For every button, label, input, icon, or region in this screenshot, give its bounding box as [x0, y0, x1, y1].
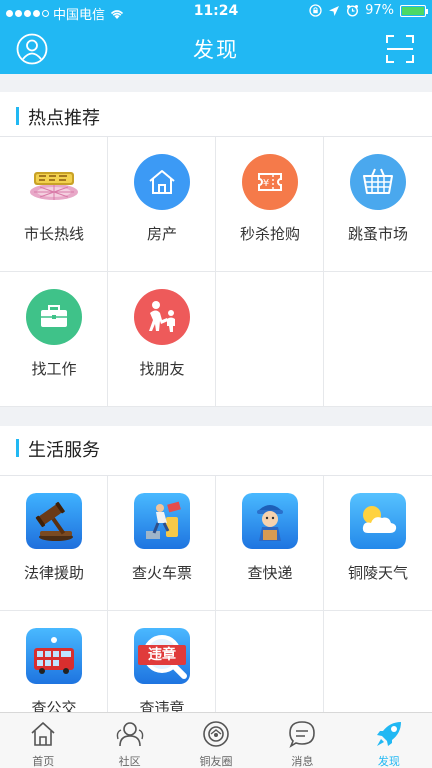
battery-icon [400, 4, 428, 17]
svg-text:¥: ¥ [263, 178, 269, 189]
grid-item-courier[interactable]: 查快递 [216, 476, 324, 611]
shopping-basket-icon [350, 154, 406, 210]
alarm-icon [347, 5, 359, 17]
message-icon [289, 721, 316, 748]
violation-badge: 违章 [138, 645, 186, 665]
briefcase-icon [26, 289, 82, 345]
tab-label: 发现 [377, 755, 400, 768]
grid-item-find-job[interactable]: 找工作 [0, 272, 108, 407]
violation-icon: 违章 [134, 628, 190, 684]
tab-community[interactable]: 社区 [86, 713, 172, 768]
battery-percent: 97% [365, 3, 394, 18]
grid-item-label: 跳蚤市场 [347, 225, 408, 243]
hot-section-header: 热点推荐 [0, 92, 432, 137]
hot-section-title: 热点推荐 [28, 108, 100, 129]
rotation-lock-icon [309, 4, 322, 17]
grid-item-label: 铜陵天气 [347, 564, 408, 582]
section-accent-bar [16, 439, 19, 457]
train-ticket-icon [134, 493, 190, 549]
friends-icon [134, 289, 190, 345]
grid-item-label: 秒杀抢购 [239, 225, 300, 243]
scan-icon[interactable] [386, 35, 414, 63]
life-section-title: 生活服务 [28, 440, 100, 461]
home-icon [31, 722, 55, 746]
tab-messages[interactable]: 消息 [259, 713, 345, 768]
tab-label: 首页 [32, 755, 55, 768]
courier-icon [242, 493, 298, 549]
header: 中国电信 11:24 97% 发现 [0, 0, 432, 74]
tab-label: 社区 [118, 755, 141, 768]
grid-item-label: 市长热线 [23, 225, 84, 243]
page-title: 发现 [193, 38, 239, 62]
tab-home[interactable]: 首页 [0, 713, 86, 768]
grid-item-label: 查火车票 [131, 564, 192, 582]
status-right: 97% [309, 3, 428, 18]
life-section: 生活服务 法律援助 查火车票 查快递 铜陵天气 查公交 违章 查违章 [0, 426, 432, 746]
house-icon [134, 154, 190, 210]
tab-label: 铜友圈 [199, 755, 233, 768]
grid-item-weather[interactable]: 铜陵天气 [324, 476, 432, 611]
grid-item-mayor-hotline[interactable]: 市长热线 [0, 137, 108, 272]
grid-item-flash-sale[interactable]: ¥ 秒杀抢购 [216, 137, 324, 272]
grid-item-label: 房产 [146, 225, 177, 243]
grid-item-label: 查快递 [247, 564, 293, 582]
hot-grid: 市长热线 房产 ¥ 秒杀抢购 跳蚤市场 找工作 找朋友 [0, 137, 432, 407]
grid-item-train-ticket[interactable]: 查火车票 [108, 476, 216, 611]
grid-item-legal-aid[interactable]: 法律援助 [0, 476, 108, 611]
hot-section: 热点推荐 市长热线 房产 ¥ 秒杀抢购 跳蚤市场 找工作 找朋友 [0, 92, 432, 407]
grid-item-label: 找工作 [31, 360, 77, 378]
grid-empty-cell [216, 272, 324, 407]
bus-icon [26, 628, 82, 684]
grid-empty-cell [324, 272, 432, 407]
tab-bar: 首页 社区 铜友圈 消息 发现 [0, 712, 432, 768]
grid-item-real-estate[interactable]: 房产 [108, 137, 216, 272]
grid-item-label: 法律援助 [23, 564, 84, 582]
life-section-header: 生活服务 [0, 426, 432, 476]
grid-item-find-friends[interactable]: 找朋友 [108, 272, 216, 407]
community-icon [116, 722, 143, 747]
grid-item-label: 找朋友 [139, 360, 185, 378]
rocket-icon [376, 722, 401, 746]
tab-discover[interactable]: 发现 [346, 713, 432, 768]
tab-moments[interactable]: 铜友圈 [173, 713, 259, 768]
location-icon [329, 5, 340, 16]
life-grid: 法律援助 查火车票 查快递 铜陵天气 查公交 违章 查违章 [0, 476, 432, 746]
section-accent-bar [16, 107, 19, 125]
mayor-hotline-logo [30, 172, 78, 200]
status-bar: 中国电信 11:24 97% [0, 0, 432, 24]
coupon-ticket-icon: ¥ [242, 154, 298, 210]
weather-icon [350, 493, 406, 549]
grid-item-flea-market[interactable]: 跳蚤市场 [324, 137, 432, 272]
gavel-icon [26, 493, 82, 549]
moments-icon [203, 721, 229, 747]
tab-label: 消息 [291, 755, 314, 768]
